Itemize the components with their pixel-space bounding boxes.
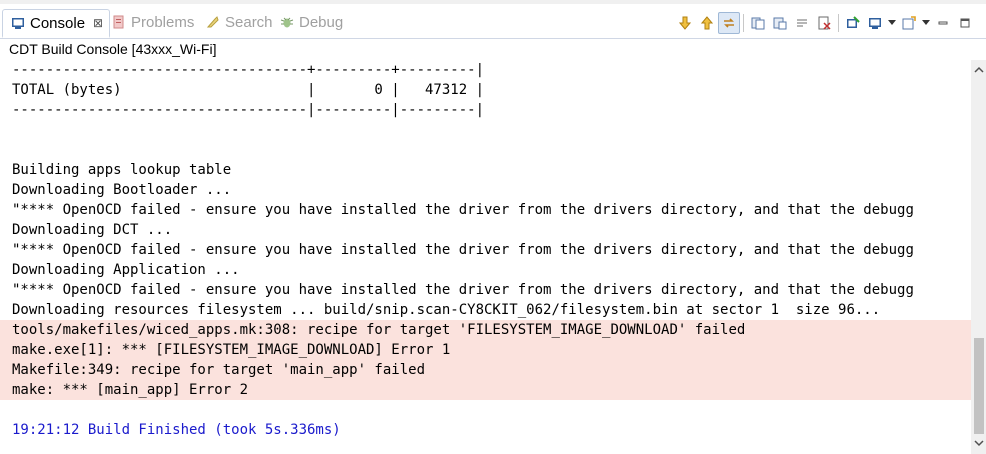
console-error-line: make.exe[1]: *** [FILESYSTEM_IMAGE_DOWNL… [0, 340, 971, 360]
console-output[interactable]: -----------------------------------+----… [0, 60, 971, 454]
minimize-icon[interactable] [932, 12, 954, 34]
link-icon[interactable] [718, 12, 740, 34]
clear-console-icon[interactable] [813, 12, 835, 34]
prev-error-icon[interactable] [696, 12, 718, 34]
console-title: CDT Build Console [43xxx_Wi-Fi] [9, 41, 217, 57]
tab-label: Console [30, 14, 86, 32]
toolbar-separator [743, 14, 744, 32]
toolbar-separator [838, 14, 839, 32]
console-line: Downloading Bootloader ... [12, 182, 232, 198]
tab-problems[interactable]: Problems [112, 9, 194, 35]
tab-console[interactable]: Console ⊠ [2, 9, 111, 38]
console-line: Building apps lookup table [12, 162, 232, 178]
problems-icon [112, 15, 126, 29]
console-line: Downloading DCT ... [12, 222, 173, 238]
copy-icon[interactable] [747, 12, 769, 34]
search-icon [206, 15, 220, 29]
next-error-icon[interactable] [674, 12, 696, 34]
tab-label: Search [225, 13, 273, 31]
maximize-icon[interactable] [954, 12, 976, 34]
console-icon [11, 16, 25, 30]
vertical-scrollbar[interactable] [971, 60, 986, 454]
tab-search[interactable]: Search [206, 9, 273, 35]
console-line: Downloading resources filesystem ... bui… [12, 302, 881, 318]
scrollbar-thumb[interactable] [974, 338, 984, 434]
console-line: "**** OpenOCD failed - ensure you have i… [12, 202, 914, 218]
console-error-line: make: *** [main_app] Error 2 [0, 380, 971, 400]
paste-icon[interactable] [769, 12, 791, 34]
debug-icon [280, 15, 294, 29]
console-toolbar [674, 12, 976, 34]
close-icon[interactable]: ⊠ [93, 16, 103, 30]
chevron-down-icon[interactable] [886, 12, 898, 34]
scroll-up-icon[interactable] [971, 64, 986, 79]
chevron-down-icon[interactable] [920, 12, 932, 34]
console-error-line: tools/makefiles/wiced_apps.mk:308: recip… [0, 320, 971, 340]
console-info-line: 19:21:12 Build Finished (took 5s.336ms) [12, 422, 341, 438]
tab-debug[interactable]: Debug [280, 9, 343, 35]
console-line: Downloading Application ... [12, 262, 240, 278]
tab-label: Problems [131, 13, 195, 31]
console-line: "**** OpenOCD failed - ensure you have i… [12, 242, 914, 258]
open-console-icon[interactable] [898, 12, 920, 34]
console-line: TOTAL (bytes) | 0 | 47312 | [12, 82, 485, 98]
word-wrap-icon[interactable] [791, 12, 813, 34]
console-error-line: Makefile:349: recipe for target 'main_ap… [0, 360, 971, 380]
console-line: -----------------------------------|----… [12, 102, 485, 118]
scroll-down-icon[interactable] [971, 437, 986, 452]
console-line: "**** OpenOCD failed - ensure you have i… [12, 282, 914, 298]
view-tab-bar: Console ⊠ Problems Search Debug [0, 4, 986, 39]
console-line: -----------------------------------+----… [12, 62, 485, 78]
display-selected-console-icon[interactable] [864, 12, 886, 34]
tab-label: Debug [299, 13, 344, 31]
pin-console-icon[interactable] [842, 12, 864, 34]
